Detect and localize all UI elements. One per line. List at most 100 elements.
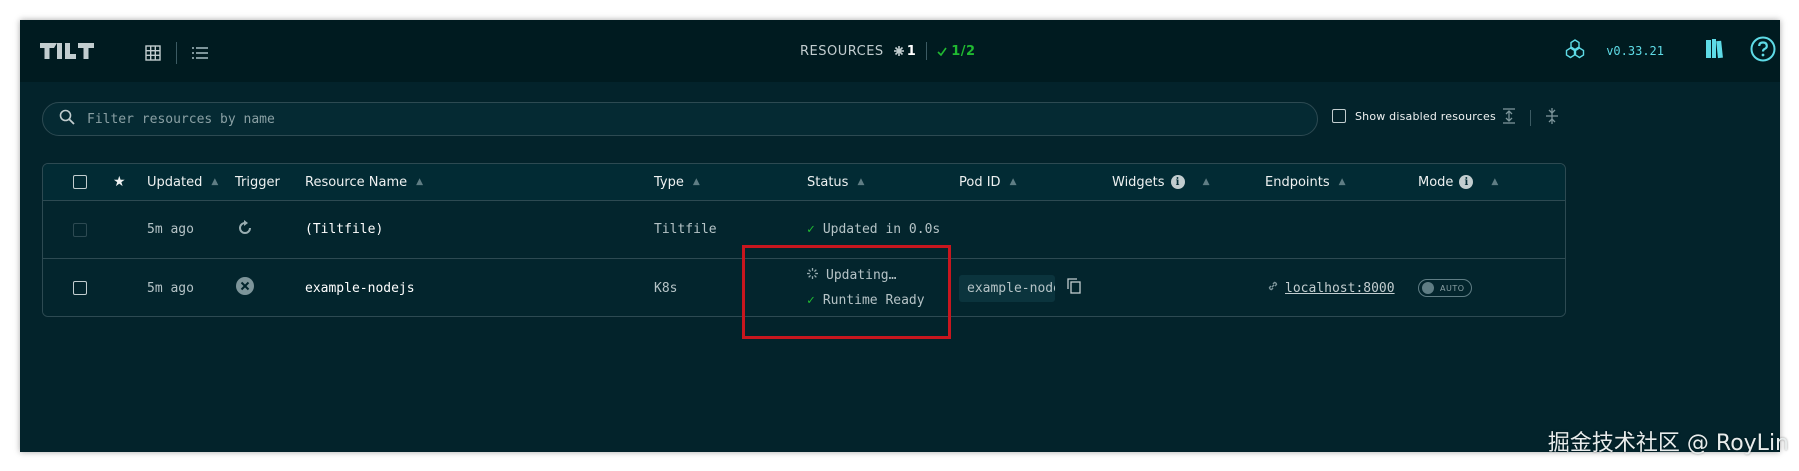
widgets-column-header[interactable]: Widgets i ▲: [1112, 164, 1209, 200]
updated-header-label: Updated: [147, 174, 203, 190]
show-disabled-toggle[interactable]: Show disabled resources: [1332, 109, 1496, 123]
status-cell: ✓ Updated in 0.0s: [807, 201, 940, 258]
status-update-text: Updated in 0.0s: [822, 222, 941, 237]
collapse-all-icon[interactable]: [1545, 108, 1559, 128]
resource-summary: RESOURCES 1 1/2: [800, 20, 976, 82]
tilt-logo[interactable]: [40, 37, 100, 63]
header-right: v0.33.21: [1564, 20, 1780, 82]
expand-collapse-controls: [1502, 108, 1559, 128]
ok-count[interactable]: 1/2: [937, 44, 975, 59]
list-view-icon[interactable]: [189, 44, 211, 62]
search-input[interactable]: [87, 111, 1237, 127]
updated-cell: 5m ago: [147, 222, 194, 237]
view-toggle: [142, 42, 211, 64]
table-header-row: ★ Updated ▲ Trigger Resource Name ▲ Type ▲ …: [43, 164, 1565, 201]
type-cell: K8s: [654, 280, 678, 296]
pod-id-cell: example-nodejs: [959, 259, 1081, 316]
sort-arrow-icon: ▲: [416, 177, 424, 187]
link-icon: [1267, 280, 1279, 296]
info-icon[interactable]: i: [1459, 175, 1474, 189]
trigger-column-header: Trigger: [235, 164, 280, 200]
star-column-header: ★: [113, 164, 126, 200]
name-header-label: Resource Name: [305, 174, 408, 190]
pod-id-column-header[interactable]: Pod ID ▲: [959, 164, 1016, 200]
endpoint-text: localhost:8000: [1285, 280, 1395, 296]
select-all-checkbox[interactable]: [73, 175, 87, 189]
endpoints-column-header[interactable]: Endpoints ▲: [1265, 164, 1346, 200]
search-icon: [59, 109, 75, 129]
status-cell: Updating… ✓ Runtime Ready: [807, 259, 925, 316]
expand-all-icon[interactable]: [1502, 108, 1516, 128]
sort-arrow-icon: ▲: [1202, 177, 1210, 187]
status-update-line: Updating…: [807, 268, 925, 283]
show-disabled-checkbox[interactable]: [1332, 109, 1346, 123]
spinner-icon: [807, 268, 818, 283]
status-update-line: ✓ Updated in 0.0s: [807, 222, 940, 237]
type-column-header[interactable]: Type ▲: [654, 164, 700, 200]
table-row[interactable]: 5m ago (Tiltfile) Tiltfile ✓ Updated in …: [43, 201, 1565, 259]
row-select-cell: [73, 201, 87, 258]
mode-column-header[interactable]: Mode i ▲: [1418, 164, 1498, 200]
sort-arrow-icon: ▲: [857, 177, 865, 187]
trigger-cancel-icon[interactable]: [236, 277, 254, 299]
pending-icon: [893, 46, 904, 56]
resources-label: RESOURCES: [800, 43, 884, 59]
info-icon[interactable]: i: [1170, 175, 1185, 189]
trigger-cell: [237, 201, 253, 258]
show-disabled-label: Show disabled resources: [1355, 109, 1496, 123]
pending-count-value: 1: [906, 43, 917, 59]
copy-icon[interactable]: [1067, 278, 1081, 298]
type-header-label: Type: [654, 174, 684, 190]
status-column-header[interactable]: Status ▲: [807, 164, 864, 200]
check-icon: ✓: [807, 293, 815, 308]
sort-arrow-icon: ▲: [1338, 177, 1346, 187]
status-header-label: Status: [807, 174, 849, 190]
resource-name-cell[interactable]: example-nodejs: [305, 259, 415, 316]
summary-divider: [926, 42, 928, 60]
endpoint-cell: localhost:8000: [1267, 259, 1395, 316]
trigger-header-label: Trigger: [235, 174, 280, 190]
cluster-icon[interactable]: [1564, 38, 1586, 64]
trigger-update-icon[interactable]: [237, 219, 253, 240]
grid-view-icon[interactable]: [142, 44, 164, 62]
row-checkbox-disabled: [73, 222, 87, 237]
pod-id-header-label: Pod ID: [959, 174, 1001, 190]
docs-book-icon[interactable]: [1704, 37, 1724, 65]
watermark: 掘金技术社区 @ RoyLin: [1547, 431, 1789, 456]
pending-count[interactable]: 1: [893, 43, 917, 59]
resource-table: ★ Updated ▲ Trigger Resource Name ▲ Type ▲ …: [42, 163, 1566, 317]
type-cell: Tiltfile: [654, 222, 717, 237]
status-runtime-line: ✓ Runtime Ready: [807, 293, 925, 308]
row-checkbox[interactable]: [73, 281, 87, 295]
trigger-cell: [236, 259, 254, 316]
mode-toggle-label: AUTO: [1440, 283, 1465, 293]
sort-arrow-icon: ▲: [692, 177, 700, 187]
table-row[interactable]: 5m ago example-nodejs K8s Updating… ✓ Ru…: [43, 259, 1565, 316]
version-label[interactable]: v0.33.21: [1606, 44, 1664, 58]
tilt-window: RESOURCES 1 1/2 v0.33.21 Filter resource…: [20, 20, 1780, 452]
ok-count-value: 1/2: [951, 43, 976, 59]
check-icon: ✓: [807, 222, 815, 237]
status-runtime-text: Runtime Ready: [822, 293, 925, 308]
row-select-cell: [73, 259, 87, 316]
mode-cell: AUTO: [1418, 259, 1472, 316]
top-bar: RESOURCES 1 1/2 v0.33.21: [20, 20, 1780, 82]
star-icon: ★: [113, 174, 126, 190]
sort-arrow-icon: ▲: [1009, 177, 1017, 187]
name-column-header[interactable]: Resource Name ▲: [305, 164, 423, 200]
check-icon: [937, 47, 947, 56]
view-toggle-divider: [176, 42, 177, 64]
filter-bar: [42, 102, 1318, 136]
widgets-header-label: Widgets: [1112, 174, 1165, 190]
toggle-knob: [1422, 282, 1434, 294]
resource-name-cell[interactable]: (Tiltfile): [305, 201, 383, 258]
mode-toggle[interactable]: AUTO: [1418, 279, 1472, 297]
status-stack: Updating… ✓ Runtime Ready: [807, 268, 925, 308]
updated-column-header[interactable]: Updated ▲: [147, 164, 218, 200]
mode-header-label: Mode: [1418, 174, 1454, 190]
expand-divider: [1530, 110, 1531, 126]
endpoints-header-label: Endpoints: [1265, 174, 1330, 190]
pod-id-value[interactable]: example-nodejs: [959, 274, 1055, 302]
help-icon[interactable]: [1750, 36, 1776, 66]
endpoint-link[interactable]: localhost:8000: [1267, 280, 1395, 296]
